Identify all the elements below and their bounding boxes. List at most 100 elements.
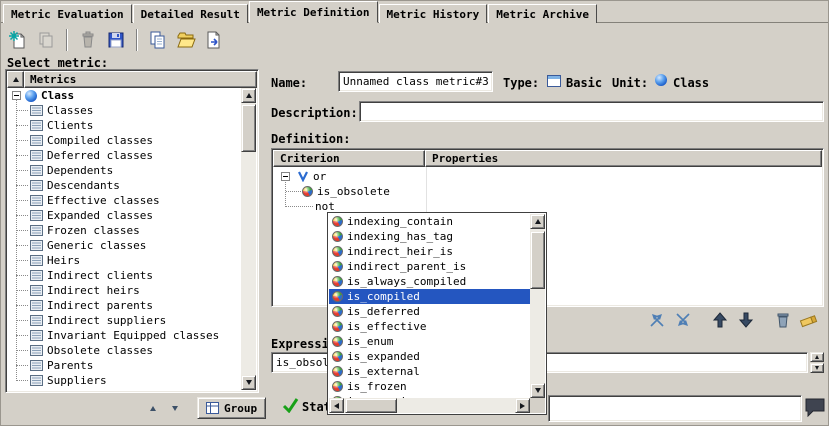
description-input[interactable] — [359, 101, 824, 122]
criterion-row-is-obsolete[interactable]: is_obsolete — [302, 184, 390, 199]
move-criterion-up-button[interactable] — [709, 309, 731, 331]
comment-button[interactable] — [804, 396, 826, 418]
tree-item[interactable]: Effective classes — [8, 193, 241, 208]
exchange-criteria-button[interactable] — [646, 309, 668, 331]
tree-item-label: Indirect suppliers — [47, 314, 166, 327]
tree-item-label: Clients — [47, 119, 93, 132]
unit-value: Class — [673, 76, 709, 90]
move-criterion-down-icon — [737, 311, 755, 329]
reverse-criteria-icon — [673, 310, 693, 330]
toolbar-separator — [66, 29, 68, 51]
criterion-row-or[interactable]: or — [281, 169, 326, 184]
metrics-column-header[interactable]: Metrics — [24, 71, 257, 88]
export-metric-button[interactable] — [201, 27, 227, 53]
dropdown-item[interactable]: is_effective — [329, 319, 530, 334]
tree-item[interactable]: Indirect parents — [8, 298, 241, 313]
criterion-sphere-icon — [332, 276, 343, 287]
tree-item[interactable]: Indirect heirs — [8, 283, 241, 298]
dropdown-item-label: indirect_heir_is — [347, 245, 453, 258]
tree-item[interactable]: Heirs — [8, 253, 241, 268]
metric-icon — [30, 330, 43, 341]
move-metric-up-button[interactable] — [143, 398, 163, 418]
save-metric-button[interactable] — [103, 27, 129, 53]
dropdown-item-label: is_enum — [347, 335, 393, 348]
reverse-criteria-button[interactable] — [672, 309, 694, 331]
tree-item[interactable]: Classes — [8, 103, 241, 118]
tree-item[interactable]: Obsolete classes — [8, 343, 241, 358]
scroll-up-button[interactable] — [241, 88, 256, 103]
unit-label: Unit: — [612, 76, 648, 90]
scroll-down-button[interactable] — [530, 383, 545, 398]
tree-item[interactable]: Descendants — [8, 178, 241, 193]
criterion-sphere-icon — [332, 216, 343, 227]
properties-column-label: Properties — [432, 152, 498, 165]
criterion-row-label: or — [313, 170, 326, 183]
new-metric-button[interactable] — [5, 27, 31, 53]
tree-item-label: Effective classes — [47, 194, 160, 207]
dropdown-item[interactable]: is_deferred — [329, 304, 530, 319]
tree-scrollbar[interactable] — [241, 88, 256, 390]
select-metric-label: Select metric: — [7, 56, 108, 70]
scroll-down-button[interactable] — [241, 375, 256, 390]
dropdown-item[interactable]: is_enum — [329, 334, 530, 349]
criterion-column-header[interactable]: Criterion — [273, 150, 425, 167]
scroll-up-button[interactable] — [530, 214, 545, 229]
tree-item[interactable]: Deferred classes — [8, 148, 241, 163]
sort-ascending-header[interactable] — [7, 71, 24, 88]
dropdown-hscrollbar[interactable] — [329, 398, 530, 413]
tree-root-class[interactable]: Class — [8, 88, 241, 103]
dropdown-item[interactable]: indirect_parent_is — [329, 259, 530, 274]
clear-definition-button[interactable] — [798, 309, 820, 331]
name-input[interactable] — [338, 71, 493, 92]
scroll-left-button[interactable] — [329, 398, 344, 413]
tree-item[interactable]: Indirect clients — [8, 268, 241, 283]
spin-up-button[interactable] — [810, 352, 824, 362]
status-message-field[interactable] — [548, 395, 802, 422]
tab[interactable]: Metric Evaluation — [3, 4, 132, 23]
dropdown-vscroll-thumb[interactable] — [530, 231, 545, 289]
scroll-right-icon — [520, 403, 525, 409]
tree-scrollbar-thumb[interactable] — [241, 104, 256, 152]
move-criterion-down-button[interactable] — [735, 309, 757, 331]
tab[interactable]: Metric Archive — [488, 4, 597, 23]
tree-item[interactable]: Suppliers — [8, 373, 241, 388]
dropdown-item[interactable]: indexing_has_tag — [329, 229, 530, 244]
remove-criterion-button[interactable] — [772, 309, 794, 331]
metric-icon — [30, 195, 43, 206]
group-button[interactable]: Group — [197, 397, 266, 419]
dropdown-item[interactable]: is_external — [329, 364, 530, 379]
tab[interactable]: Metric Definition — [249, 1, 378, 23]
dropdown-item[interactable]: is_always_compiled — [329, 274, 530, 289]
dropdown-hscroll-thumb[interactable] — [345, 398, 397, 413]
tree-item[interactable]: Indirect suppliers — [8, 313, 241, 328]
tree-item[interactable]: Generic classes — [8, 238, 241, 253]
dropdown-item[interactable]: indirect_heir_is — [329, 244, 530, 259]
tree-item[interactable]: Invariant Equipped classes — [8, 328, 241, 343]
tree-item[interactable]: Frozen classes — [8, 223, 241, 238]
dropdown-item[interactable]: is_compiled — [329, 289, 530, 304]
tree-item[interactable]: Compiled classes — [8, 133, 241, 148]
tree-item[interactable]: Clients — [8, 118, 241, 133]
dropdown-item-label: is_deferred — [347, 305, 420, 318]
tree-item[interactable]: Parents — [8, 358, 241, 373]
dropdown-item[interactable]: is_expanded — [329, 349, 530, 364]
tab[interactable]: Metric History — [379, 4, 488, 23]
spin-down-button[interactable] — [810, 363, 824, 373]
collapse-icon[interactable] — [281, 172, 290, 181]
open-metric-file-button[interactable] — [173, 27, 199, 53]
tab[interactable]: Detailed Result — [133, 4, 248, 23]
dropdown-item-label: indexing_contain — [347, 215, 453, 228]
properties-column-header[interactable]: Properties — [425, 150, 822, 167]
tree-item-label: Generic classes — [47, 239, 146, 252]
scroll-right-button[interactable] — [515, 398, 530, 413]
tree-item[interactable]: Expanded classes — [8, 208, 241, 223]
metric-icon — [30, 150, 43, 161]
dropdown-item[interactable]: indexing_contain — [329, 214, 530, 229]
tree-item[interactable]: Dependents — [8, 163, 241, 178]
move-metric-down-button[interactable] — [165, 398, 185, 418]
duplicate-metric-button[interactable] — [145, 27, 171, 53]
dropdown-item[interactable]: is_frozen — [329, 379, 530, 394]
dropdown-vscrollbar[interactable] — [530, 214, 545, 398]
spin-down-icon — [815, 366, 819, 370]
tree-item-label: Compiled classes — [47, 134, 153, 147]
